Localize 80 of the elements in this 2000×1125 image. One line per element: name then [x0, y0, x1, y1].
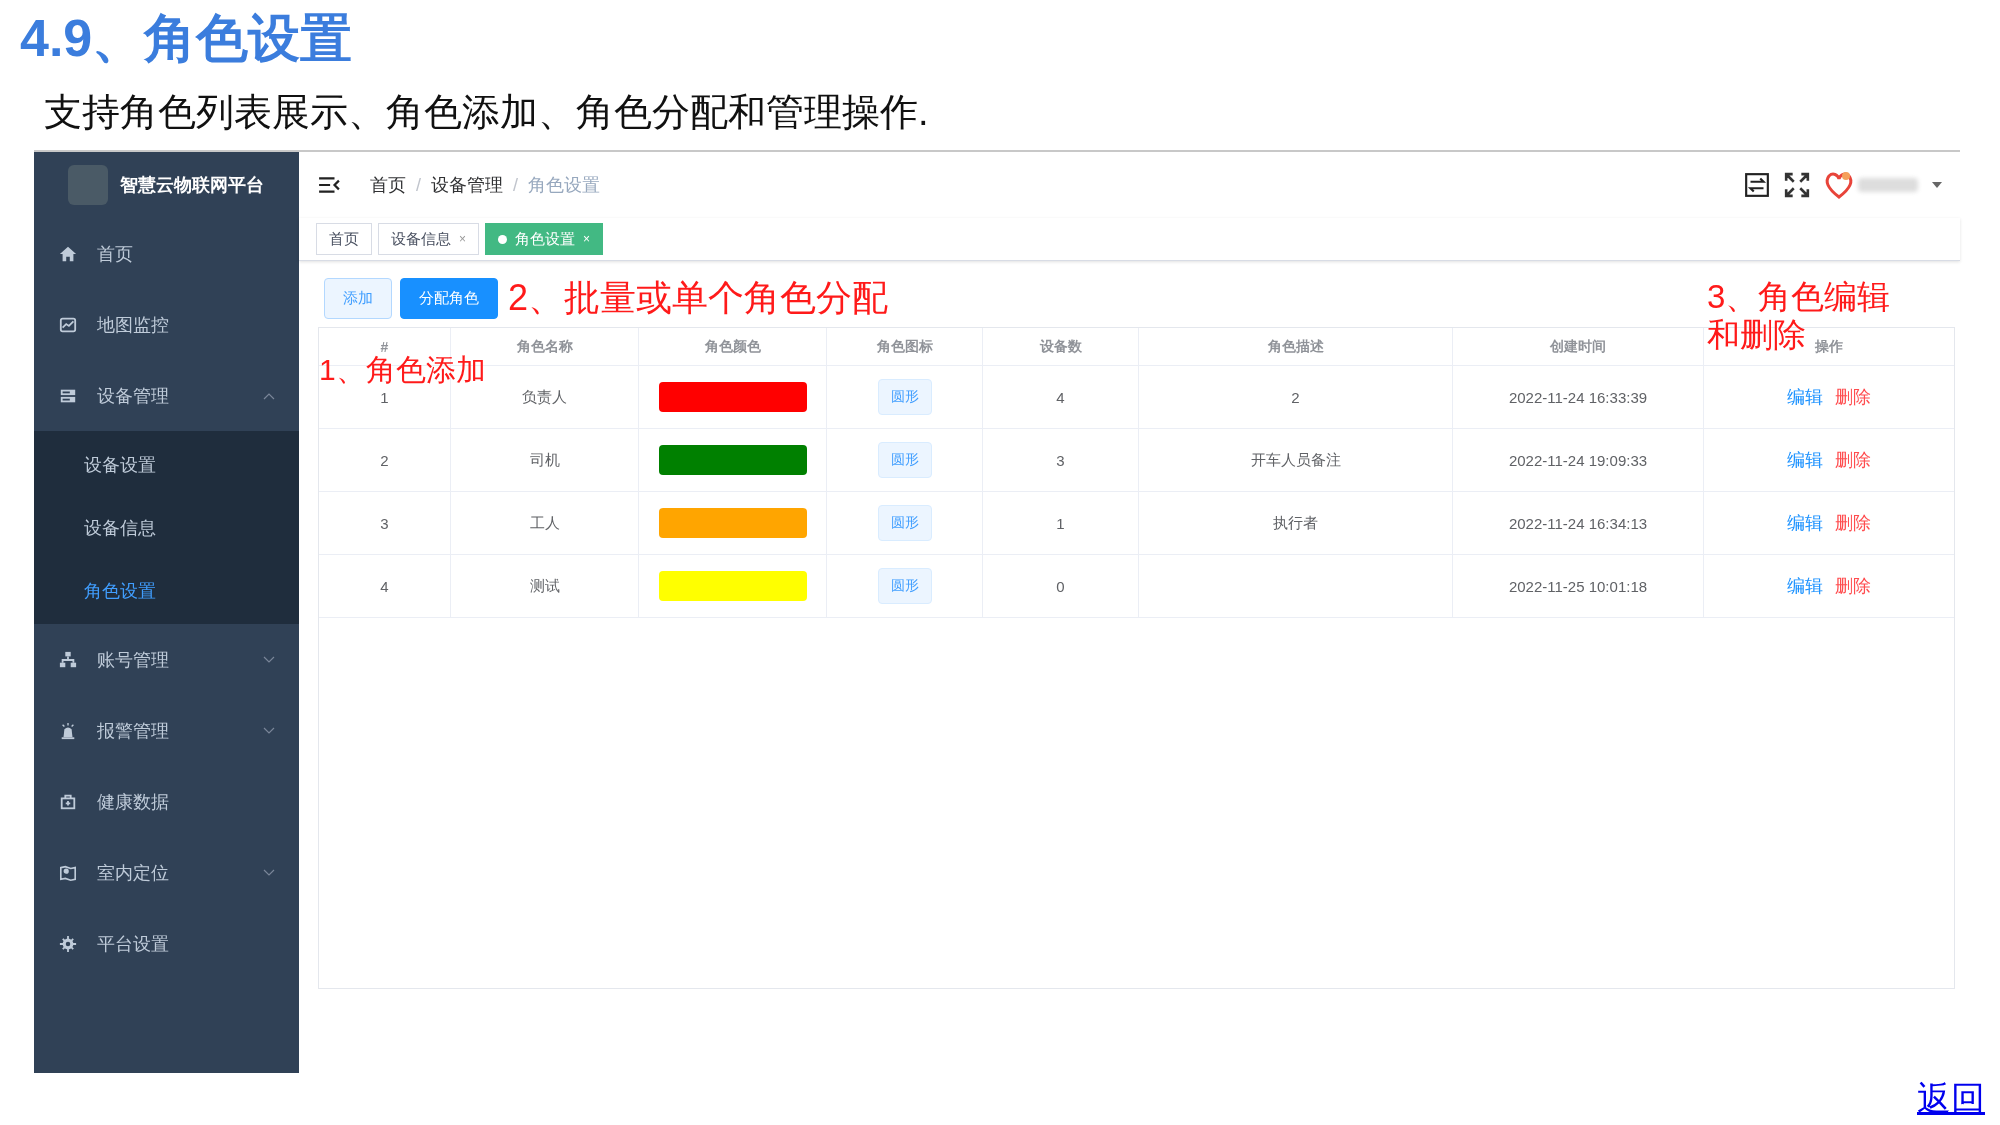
icon-tag: 圆形 — [877, 379, 932, 415]
fullscreen-icon[interactable] — [1784, 172, 1810, 198]
sidebar-item[interactable]: 健康数据 — [34, 766, 299, 837]
sidebar-item[interactable]: 首页 — [34, 218, 299, 289]
home-icon — [59, 244, 77, 263]
column-header: 角色颜色 — [639, 328, 827, 366]
heart-logo-icon[interactable] — [1824, 170, 1854, 200]
delete-link[interactable]: 删除 — [1835, 574, 1871, 598]
table-cell: 负责人 — [522, 387, 567, 407]
icon-tag: 圆形 — [877, 442, 932, 478]
annotation-line: 3、角色编辑 — [1707, 278, 1891, 316]
table-cell: 2 — [1291, 388, 1300, 406]
table-cell: 4 — [1056, 388, 1065, 406]
submenu-item[interactable]: 设备信息 — [34, 496, 299, 559]
table-cell: 2022-11-24 19:09:33 — [1508, 451, 1648, 469]
delete-link[interactable]: 删除 — [1835, 511, 1871, 535]
edit-link[interactable]: 编辑 — [1787, 385, 1823, 409]
column-header: 创建时间 — [1453, 328, 1704, 366]
table-cell: 2022-11-24 16:33:39 — [1508, 388, 1648, 406]
submenu-item[interactable]: 设备设置 — [34, 433, 299, 496]
active-dot-icon — [498, 234, 507, 244]
breadcrumb-separator: / — [416, 174, 421, 196]
annotation-line: 和删除 — [1707, 315, 1806, 354]
edit-link[interactable]: 编辑 — [1787, 574, 1823, 598]
medkit-icon — [59, 792, 77, 811]
menu-icon[interactable] — [318, 176, 340, 194]
alarm-icon — [59, 721, 77, 740]
column-header: 设备数 — [983, 328, 1139, 366]
chevron-down-icon — [263, 726, 275, 735]
chevron-up-icon — [263, 391, 275, 400]
icon-tag: 圆形 — [877, 568, 932, 604]
column-header: 角色图标 — [827, 328, 983, 366]
caret-icon[interactable] — [1932, 182, 1942, 188]
blurred-username — [1858, 178, 1918, 192]
brand-name: 智慧云物联网平台 — [120, 174, 264, 197]
table-cell: 2 — [380, 451, 389, 469]
table-cell: 2022-11-25 10:01:18 — [1508, 577, 1648, 595]
sitemap-icon — [59, 650, 77, 669]
edit-link[interactable]: 编辑 — [1787, 448, 1823, 472]
sidebar-item[interactable]: 账号管理 — [34, 624, 299, 695]
return-link[interactable]: 返回 — [1917, 1076, 1985, 1122]
sidebar-item[interactable]: 报警管理 — [34, 695, 299, 766]
table-cell: 3 — [1056, 451, 1065, 469]
breadcrumb-link[interactable]: 首页 — [370, 173, 406, 197]
table-cell: 测试 — [529, 576, 560, 596]
delete-link[interactable]: 删除 — [1835, 448, 1871, 472]
table-cell: 2022-11-24 16:34:13 — [1508, 514, 1648, 532]
sidebar-item[interactable]: 室内定位 — [34, 837, 299, 908]
breadcrumb-link[interactable]: 设备管理 — [431, 173, 503, 197]
assign-role-button[interactable]: 分配角色 — [400, 277, 498, 319]
breadcrumb-separator: / — [513, 174, 519, 196]
table-cell: 工人 — [529, 513, 560, 533]
chevron-down-icon — [263, 655, 275, 664]
chevron-down-icon — [263, 868, 275, 877]
chart-icon — [59, 315, 77, 334]
table-cell: 司机 — [529, 450, 560, 470]
slide-subtitle: 支持角色列表展示、角色添加、角色分配和管理操作. — [44, 90, 929, 135]
table-cell: 3 — [380, 514, 389, 532]
table-cell: 1 — [1056, 514, 1065, 532]
table-cell: 4 — [380, 577, 389, 595]
column-header: 角色描述 — [1139, 328, 1453, 366]
gear-icon — [59, 934, 77, 953]
table-cell: 0 — [1056, 577, 1065, 595]
slide-title: 4.9、角色设置 — [20, 11, 353, 64]
icon-tag: 圆形 — [877, 505, 932, 541]
sidebar-item[interactable]: 地图监控 — [34, 289, 299, 360]
edit-link[interactable]: 编辑 — [1787, 511, 1823, 535]
sidebar-item[interactable]: 设备管理 — [34, 360, 299, 431]
table-cell: 开车人员备注 — [1250, 450, 1341, 470]
annotation: 2、批量或单个角色分配 — [508, 278, 889, 318]
photo-placeholder — [68, 165, 108, 205]
switch-icon[interactable] — [1744, 172, 1770, 198]
tab[interactable]: 首页 — [316, 223, 372, 255]
tab[interactable]: 设备信息 × — [378, 223, 479, 255]
delete-link[interactable]: 删除 — [1835, 385, 1871, 409]
table-cell: 执行者 — [1273, 513, 1318, 533]
map-icon — [59, 863, 77, 882]
sidebar-item[interactable]: 平台设置 — [34, 908, 299, 979]
table-cell: 1 — [380, 388, 389, 406]
submenu-item[interactable]: 角色设置 — [34, 559, 299, 622]
